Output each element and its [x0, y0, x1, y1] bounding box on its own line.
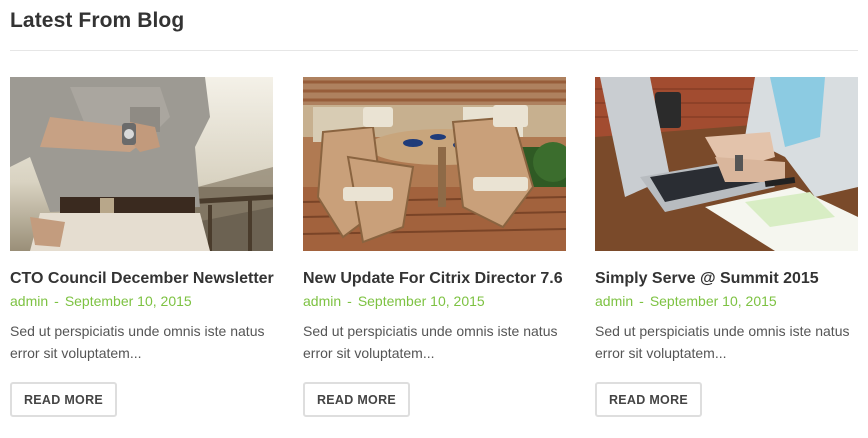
post-excerpt: Sed ut perspiciatis unde omnis iste natu… — [10, 323, 265, 361]
man-checking-watch-image — [10, 77, 273, 251]
section-divider — [10, 50, 858, 51]
post-date-link[interactable]: September 10, 2015 — [358, 293, 485, 309]
blog-card: New Update For Citrix Director 7.6 admin… — [303, 77, 566, 422]
post-title[interactable]: New Update For Citrix Director 7.6 — [303, 270, 566, 288]
read-more-button[interactable]: READ MORE — [595, 382, 702, 417]
woman-typing-laptop-image — [595, 77, 858, 251]
post-title[interactable]: Simply Serve @ Summit 2015 — [595, 270, 858, 288]
meta-separator: - — [639, 293, 644, 309]
post-meta: admin - September 10, 2015 — [595, 293, 777, 309]
read-more-button[interactable]: READ MORE — [303, 382, 410, 417]
post-thumbnail-patio[interactable] — [303, 77, 566, 251]
post-title[interactable]: CTO Council December Newsletter — [10, 270, 274, 288]
patio-furniture-image — [303, 77, 566, 251]
section-title: Latest From Blog — [10, 9, 185, 32]
post-author-link[interactable]: admin — [10, 293, 48, 309]
post-date-link[interactable]: September 10, 2015 — [65, 293, 192, 309]
post-excerpt: Sed ut perspiciatis unde omnis iste natu… — [595, 323, 850, 361]
post-thumbnail-man-watch[interactable] — [10, 77, 273, 251]
meta-separator: - — [54, 293, 59, 309]
post-date-link[interactable]: September 10, 2015 — [650, 293, 777, 309]
read-more-button[interactable]: READ MORE — [10, 382, 117, 417]
post-author-link[interactable]: admin — [303, 293, 341, 309]
blog-card: CTO Council December Newsletter admin - Se… — [10, 77, 274, 422]
post-excerpt: Sed ut perspiciatis unde omnis iste natu… — [303, 323, 558, 361]
post-author-link[interactable]: admin — [595, 293, 633, 309]
post-meta: admin - September 10, 2015 — [10, 293, 192, 309]
blog-card: Simply Serve @ Summit 2015 admin - Septemb… — [595, 77, 858, 422]
post-meta: admin - September 10, 2015 — [303, 293, 485, 309]
post-thumbnail-laptop[interactable] — [595, 77, 858, 251]
meta-separator: - — [347, 293, 352, 309]
